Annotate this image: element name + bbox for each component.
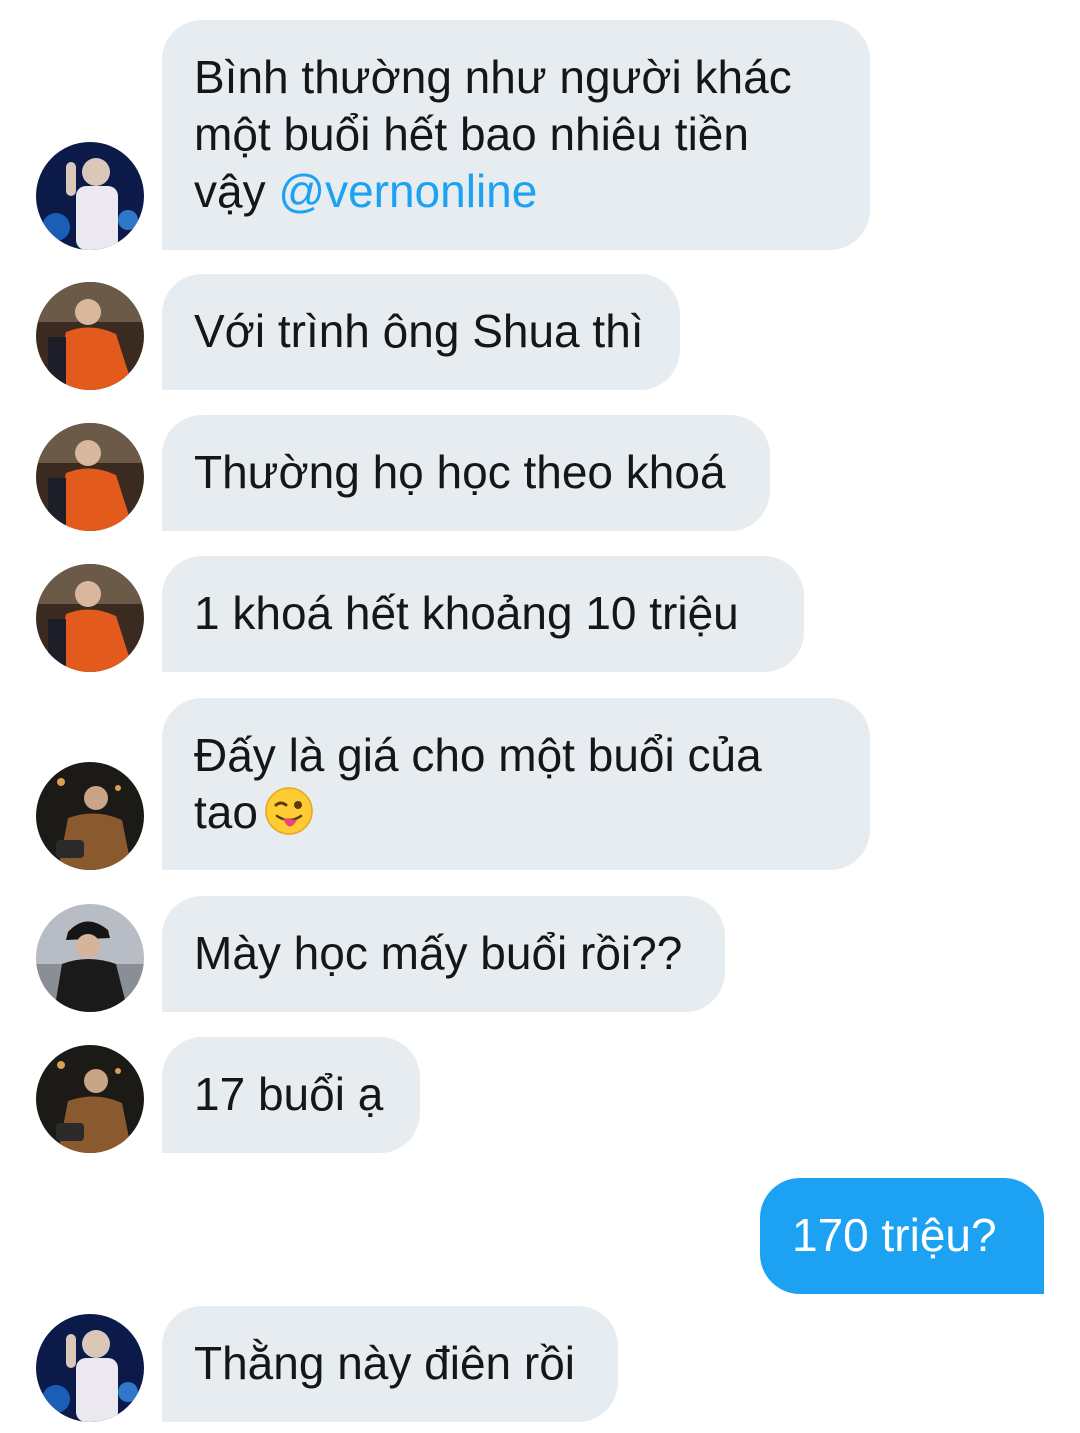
message-text: Mày học mấy buổi rồi?? [194,927,683,979]
avatar[interactable] [36,142,144,250]
message-text: 1 khoá hết khoảng 10 triệu [194,587,739,639]
vernon-avatar-blue [36,1314,144,1422]
message-text: 17 buổi ạ [194,1068,384,1120]
avatar[interactable] [36,1045,144,1153]
user-avatar-night [36,762,144,870]
user-avatar-black-hat [36,904,144,1012]
message-bubble[interactable]: Đấy là giá cho một buổi của tao [162,698,870,870]
user-avatar-night [36,1045,144,1153]
avatar[interactable] [36,762,144,870]
message-bubble[interactable]: Với trình ông Shua thì [162,274,680,390]
sent-message-bubble[interactable]: 170 triệu? [760,1178,1044,1294]
message-text: 170 triệu? [792,1209,997,1261]
message-bubble[interactable]: Mày học mấy buổi rồi?? [162,896,725,1012]
conversation-thread[interactable]: Bình thường như người khác một buổi hết … [0,0,1080,1433]
vernon-avatar-blue [36,142,144,250]
message-text: Thường họ học theo khoá [194,446,726,498]
avatar[interactable] [36,564,144,672]
message-text: Với trình ông Shua thì [194,305,644,357]
joshua-avatar-orange [36,564,144,672]
joshua-avatar-orange [36,423,144,531]
message-text: Thằng này điên rồi [194,1337,576,1389]
avatar[interactable] [36,282,144,390]
avatar[interactable] [36,904,144,1012]
message-bubble[interactable]: 17 buổi ạ [162,1037,420,1153]
mention-link[interactable]: @vernonline [278,165,537,217]
joshua-avatar-orange [36,282,144,390]
message-bubble[interactable]: 1 khoá hết khoảng 10 triệu [162,556,804,672]
winking-face-with-tongue-icon [265,787,313,835]
avatar[interactable] [36,1314,144,1422]
message-bubble[interactable]: Bình thường như người khác một buổi hết … [162,20,870,250]
message-bubble[interactable]: Thường họ học theo khoá [162,415,770,531]
message-bubble[interactable]: Thằng này điên rồi [162,1306,618,1422]
avatar[interactable] [36,423,144,531]
